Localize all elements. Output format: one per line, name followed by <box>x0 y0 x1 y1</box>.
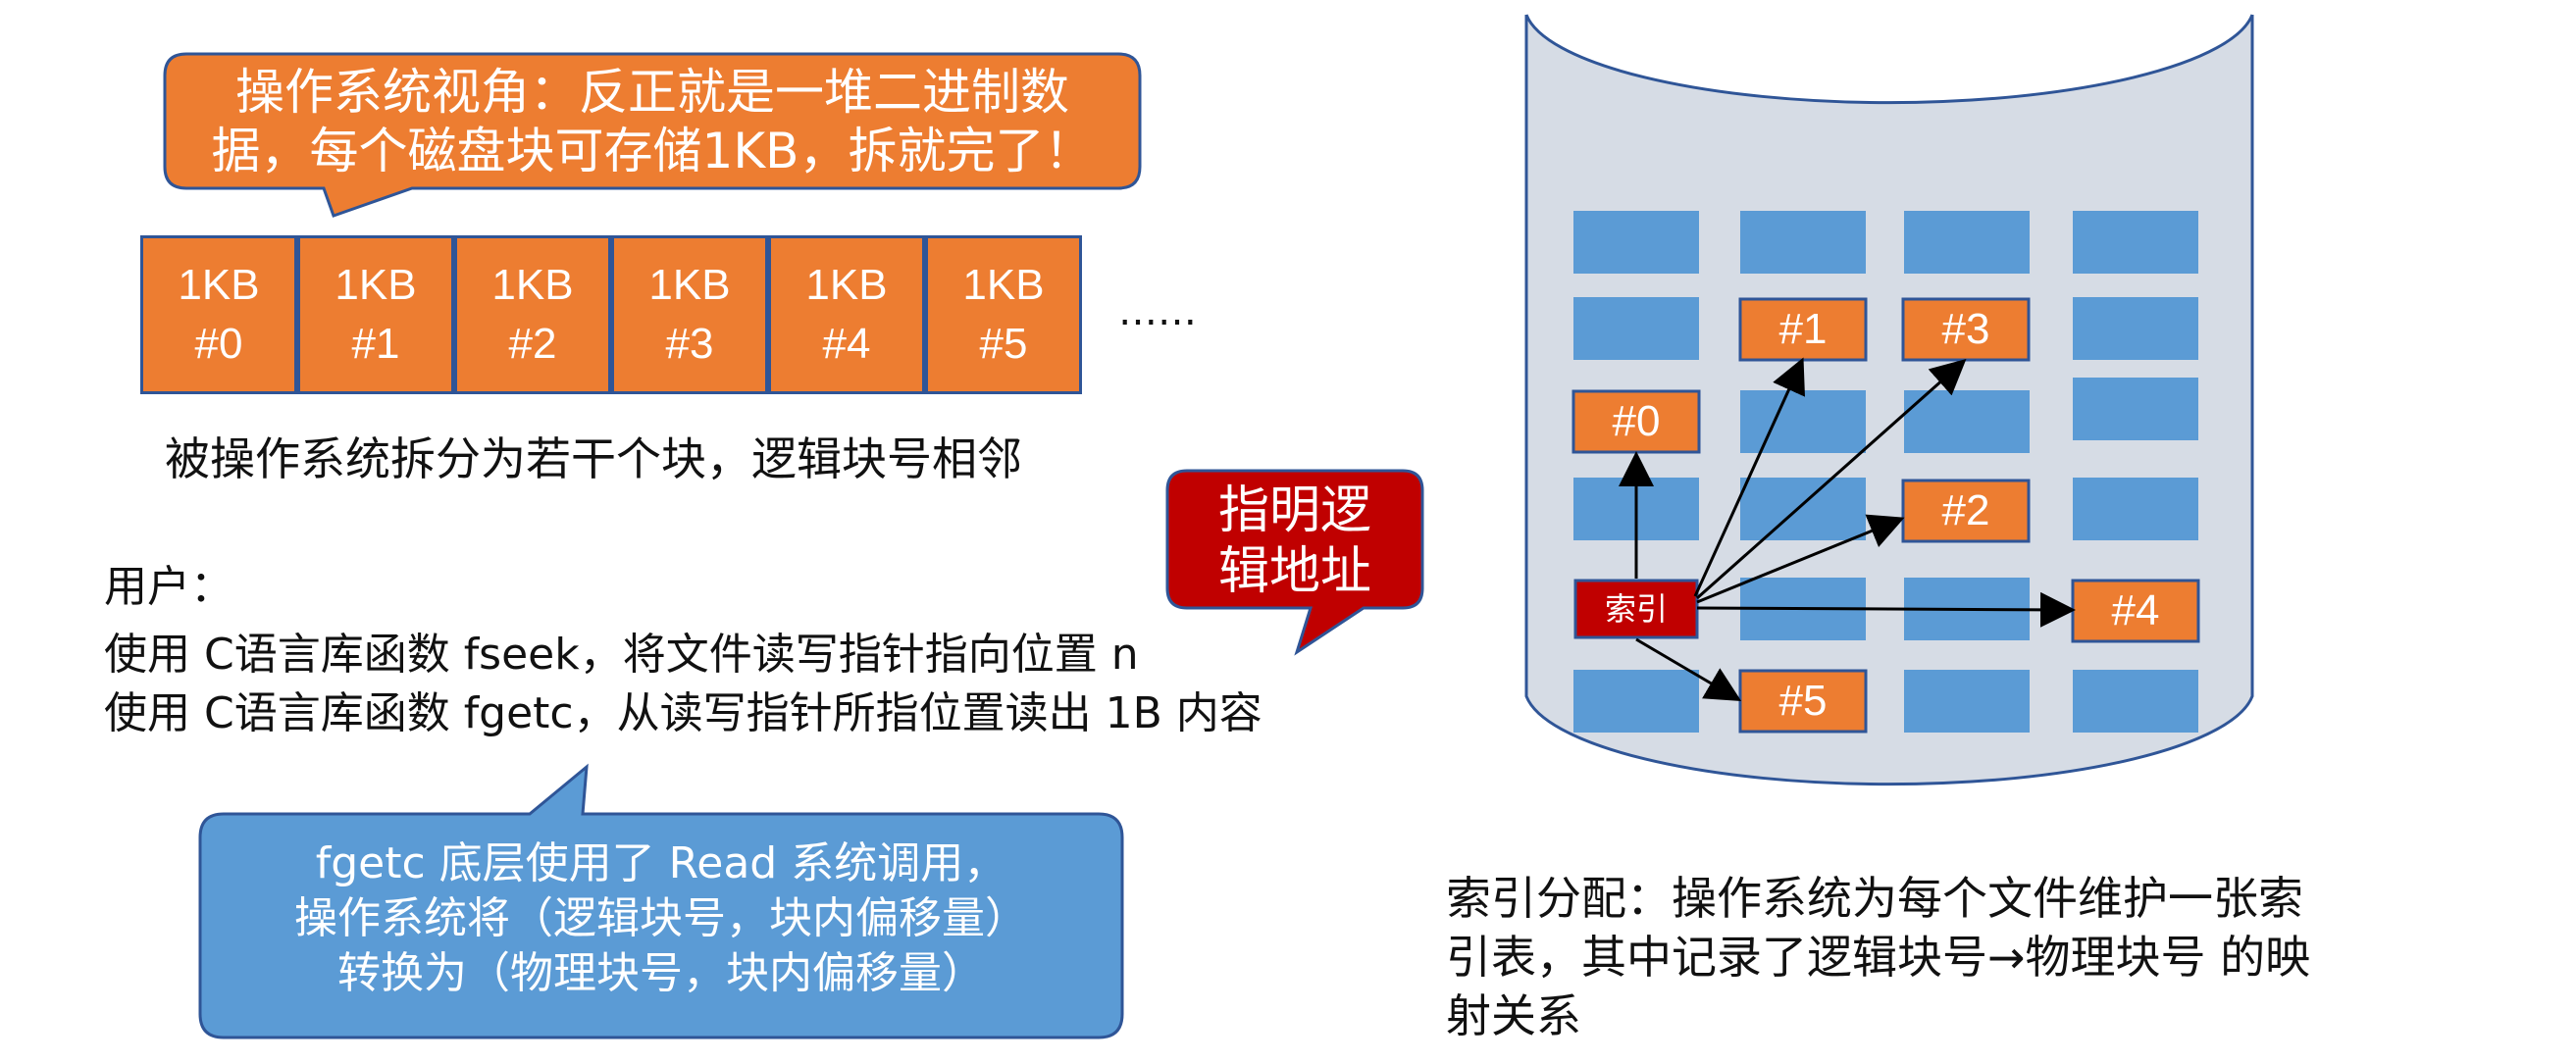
logical-block-id: #4 <box>822 320 871 368</box>
logical-block-size: 1KB <box>962 261 1045 309</box>
index-caption-line2: 引表，其中记录了逻辑块号→物理块号 的映 <box>1446 931 2311 984</box>
index-caption-line3: 射关系 <box>1446 989 1581 1042</box>
disk-block <box>2073 478 2198 540</box>
disk-block <box>1573 211 1699 274</box>
logical-block-1: 1KB #1 <box>297 235 454 394</box>
os-callout-line2: 据，每个磁盘块可存储1KB，拆就完了！ <box>211 123 1094 179</box>
disk-block <box>1740 478 1866 540</box>
file-block-1-label: #1 <box>1778 305 1828 353</box>
disk-block <box>1573 670 1699 733</box>
logical-block-size: 1KB <box>335 261 417 309</box>
disk-block <box>1904 390 2030 453</box>
logical-block-3: 1KB #3 <box>611 235 768 394</box>
logical-block-id: #1 <box>351 320 400 368</box>
file-block-0-label: #0 <box>1612 397 1661 445</box>
logical-block-size: 1KB <box>491 261 574 309</box>
split-caption: 被操作系统拆分为若干个块，逻辑块号相邻 <box>165 432 1022 485</box>
user-heading: 用户： <box>104 562 233 612</box>
block-ellipsis: …… <box>1118 289 1197 334</box>
file-block-5-label: #5 <box>1778 677 1828 725</box>
arrow-to-block-4 <box>1696 591 2076 628</box>
fgetc-line1: fgetc 底层使用了 Read 系统调用， <box>315 838 1007 888</box>
disk-block <box>1740 211 1866 274</box>
logical-address-line1: 指明逻 <box>1217 481 1371 540</box>
os-callout-line1: 操作系统视角：反正就是一堆二进制数 <box>235 64 1069 121</box>
logical-block-size: 1KB <box>805 261 888 309</box>
index-caption-line1: 索引分配：操作系统为每个文件维护一张索 <box>1446 872 2303 925</box>
file-block-2-label: #2 <box>1941 486 1990 534</box>
os-callout-text: 操作系统视角：反正就是一堆二进制数 据，每个磁盘块可存储1KB，拆就完了！ <box>167 63 1138 180</box>
user-line-fgetc: 使用 C语言库函数 fgetc，从读写指针所指位置读出 1B 内容 <box>104 688 1262 738</box>
logical-block-size: 1KB <box>648 261 731 309</box>
fgetc-line2: 操作系统将（逻辑块号，块内偏移量） <box>294 893 1028 943</box>
logical-block-id: #2 <box>508 320 557 368</box>
logical-block-id: #3 <box>665 320 714 368</box>
file-block-4-label: #4 <box>2111 586 2160 634</box>
logical-block-id: #0 <box>194 320 243 368</box>
disk-block <box>1573 297 1699 360</box>
index-block-label: 索引 <box>1604 590 1668 628</box>
file-block-3-label: #3 <box>1941 305 1990 353</box>
fgetc-line3: 转换为（物理块号，块内偏移量） <box>337 948 985 998</box>
disk-block <box>2073 297 2198 360</box>
disk-block <box>2073 211 2198 274</box>
disk-block <box>2073 670 2198 733</box>
logical-block-0: 1KB #0 <box>140 235 297 394</box>
logical-block-4: 1KB #4 <box>768 235 925 394</box>
disk-block <box>2073 378 2198 440</box>
logical-block-5: 1KB #5 <box>925 235 1082 394</box>
logical-block-size: 1KB <box>178 261 260 309</box>
disk-block <box>1904 670 2030 733</box>
disk-block <box>1904 211 2030 274</box>
logical-address-callout-text: 指明逻 辑地址 <box>1167 481 1422 602</box>
user-line-fseek: 使用 C语言库函数 fseek，将文件读写指针指向位置 n <box>104 630 1139 680</box>
fgetc-callout-text: fgetc 底层使用了 Read 系统调用， 操作系统将（逻辑块号，块内偏移量）… <box>200 836 1122 1001</box>
logical-block-id: #5 <box>979 320 1028 368</box>
disk-block <box>1740 390 1866 453</box>
logical-block-2: 1KB #2 <box>454 235 611 394</box>
logical-address-line2: 辑地址 <box>1217 542 1371 601</box>
